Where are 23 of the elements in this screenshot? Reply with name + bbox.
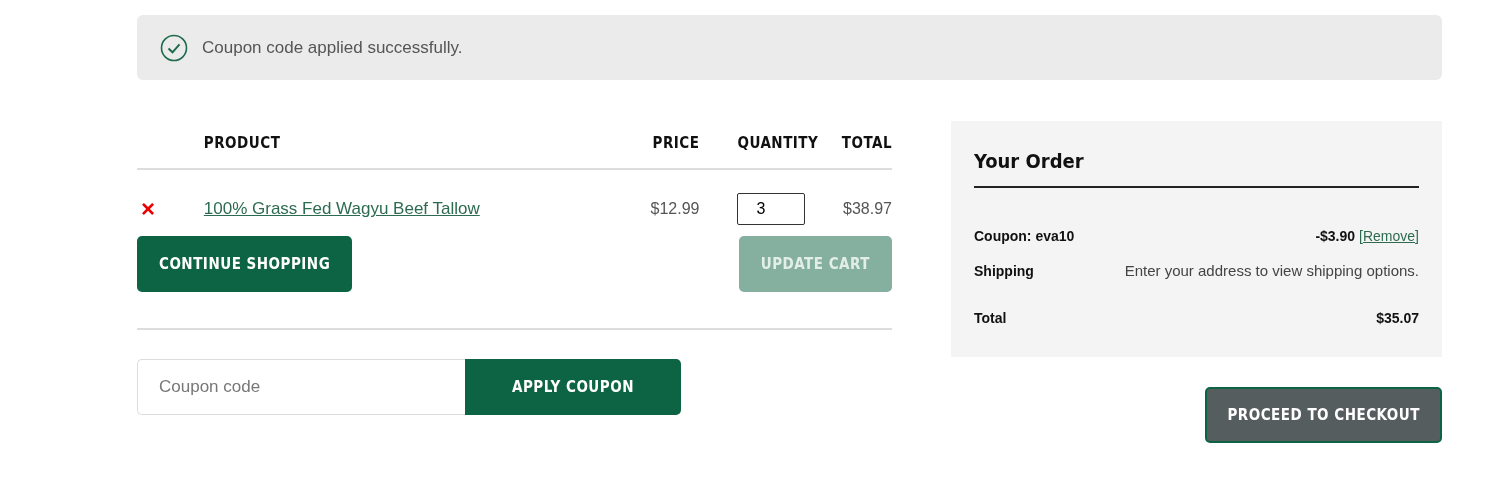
column-header: PRICE bbox=[651, 134, 700, 152]
coupon-code-field[interactable]: Coupon code bbox=[137, 359, 465, 415]
summary-label: Total bbox=[974, 309, 1007, 326]
remove-link[interactable]: × bbox=[141, 195, 155, 222]
column-header: PRODUCT bbox=[203, 134, 282, 152]
notice-text: Coupon code applied successfully. bbox=[202, 37, 463, 58]
price-text: $12.99 bbox=[649, 200, 700, 218]
column-header: TOTAL bbox=[840, 134, 892, 152]
product-link[interactable]: 100% Grass Fed Wagyu Beef Tallow bbox=[203, 199, 480, 218]
summary-value: -$3.90 bbox=[1315, 227, 1356, 244]
quantity-field[interactable]: 3 bbox=[737, 193, 806, 225]
total-text: $38.97 bbox=[842, 200, 892, 218]
summary-value: Enter your address to view shipping options. bbox=[1124, 262, 1419, 279]
continue-shopping-button[interactable]: CONTINUE SHOPPING bbox=[137, 236, 353, 292]
proceed-to-checkout-button[interactable]: PROCEED TO CHECKOUT bbox=[1205, 387, 1442, 443]
column-header: QUANTITY bbox=[736, 134, 820, 152]
summary-value: $35.07 bbox=[1376, 309, 1419, 326]
remove-coupon-link[interactable]: [Remove] bbox=[1359, 227, 1419, 244]
order-title: Your Order bbox=[974, 149, 1419, 188]
summary-label: Coupon: eva10 bbox=[974, 227, 1075, 244]
apply-coupon-button[interactable]: APPLY COUPON bbox=[465, 359, 681, 415]
check-circle-icon bbox=[160, 33, 188, 62]
summary-label: Shipping bbox=[974, 262, 1034, 279]
